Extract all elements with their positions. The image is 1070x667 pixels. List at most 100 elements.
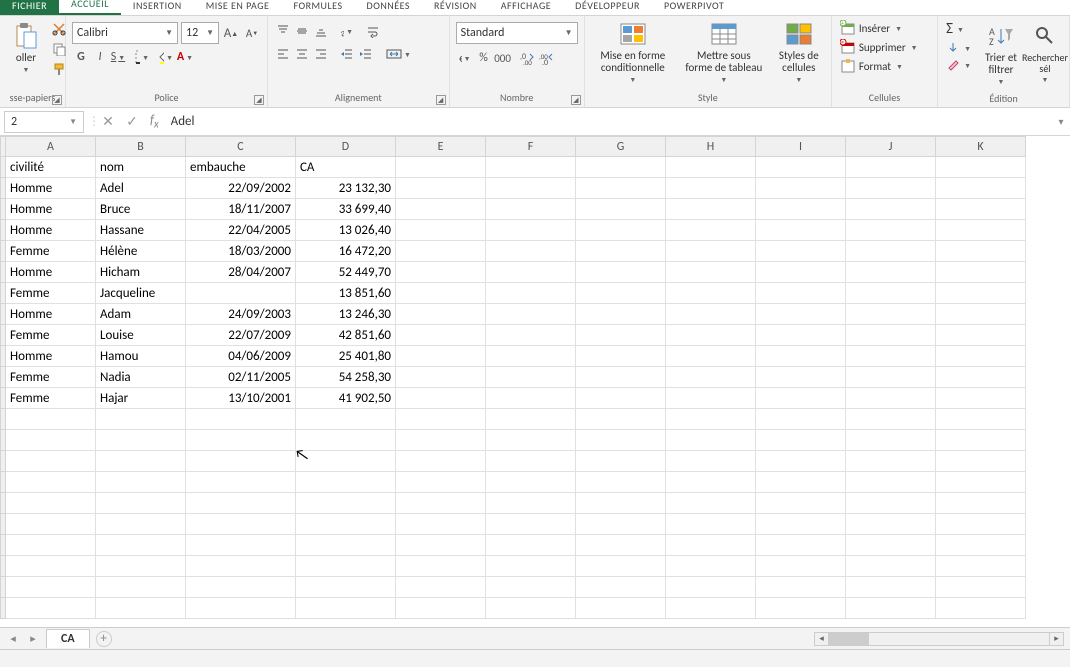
- cell[interactable]: [576, 388, 666, 409]
- cell[interactable]: [396, 220, 486, 241]
- align-left-button[interactable]: [274, 45, 292, 63]
- cell[interactable]: [936, 325, 1026, 346]
- clear-button[interactable]: ▼: [946, 58, 973, 72]
- cell-styles-button[interactable]: Styles de cellules▼: [771, 18, 827, 86]
- cancel-formula-button[interactable]: ✕: [96, 111, 120, 133]
- cell[interactable]: [936, 157, 1026, 178]
- cell[interactable]: [936, 388, 1026, 409]
- sheet-tab[interactable]: CA: [46, 629, 90, 648]
- cell[interactable]: [666, 409, 756, 430]
- cell[interactable]: [486, 346, 576, 367]
- cell[interactable]: [576, 409, 666, 430]
- cell[interactable]: 13 246,30: [296, 304, 396, 325]
- cell[interactable]: [846, 220, 936, 241]
- cell[interactable]: [486, 514, 576, 535]
- cell[interactable]: [666, 346, 756, 367]
- cell[interactable]: [396, 325, 486, 346]
- cell[interactable]: [846, 472, 936, 493]
- align-bottom-button[interactable]: [312, 22, 330, 40]
- cell[interactable]: [396, 304, 486, 325]
- cell[interactable]: [296, 577, 396, 598]
- cell[interactable]: Bruce: [96, 199, 186, 220]
- column-header[interactable]: B: [96, 137, 186, 157]
- column-header[interactable]: F: [486, 137, 576, 157]
- cell[interactable]: [186, 493, 296, 514]
- cell[interactable]: embauche: [186, 157, 296, 178]
- cell[interactable]: [756, 451, 846, 472]
- cell[interactable]: [296, 493, 396, 514]
- column-header[interactable]: A: [6, 137, 96, 157]
- cell[interactable]: [846, 514, 936, 535]
- cell[interactable]: [6, 535, 96, 556]
- cell[interactable]: [576, 304, 666, 325]
- number-format-combo[interactable]: Standard▼: [456, 22, 578, 44]
- cell[interactable]: [666, 535, 756, 556]
- cell[interactable]: [486, 220, 576, 241]
- cell[interactable]: [186, 451, 296, 472]
- comma-format-button[interactable]: 000: [494, 49, 512, 67]
- cell[interactable]: [576, 325, 666, 346]
- cell[interactable]: [396, 367, 486, 388]
- cell[interactable]: 13/10/2001: [186, 388, 296, 409]
- accounting-format-button[interactable]: €▼: [456, 49, 474, 67]
- cell[interactable]: [186, 409, 296, 430]
- cell[interactable]: [396, 451, 486, 472]
- cell[interactable]: [576, 430, 666, 451]
- add-sheet-button[interactable]: +: [96, 631, 112, 647]
- cell[interactable]: [936, 472, 1026, 493]
- cell[interactable]: 54 258,30: [296, 367, 396, 388]
- cell[interactable]: [756, 577, 846, 598]
- cell[interactable]: Hajar: [96, 388, 186, 409]
- cell[interactable]: [666, 514, 756, 535]
- format-cells-button[interactable]: Format▼: [840, 58, 920, 74]
- cell[interactable]: Femme: [6, 367, 96, 388]
- cell[interactable]: [576, 514, 666, 535]
- fill-color-button[interactable]: ▼: [158, 48, 176, 66]
- cell[interactable]: [486, 325, 576, 346]
- cell[interactable]: [96, 577, 186, 598]
- cell[interactable]: Homme: [6, 199, 96, 220]
- cell[interactable]: [396, 535, 486, 556]
- cell[interactable]: Hassane: [96, 220, 186, 241]
- cell[interactable]: Femme: [6, 241, 96, 262]
- cell[interactable]: [846, 451, 936, 472]
- scroll-right-arrow[interactable]: ▸: [1049, 633, 1063, 645]
- cell[interactable]: Femme: [6, 388, 96, 409]
- cell[interactable]: [756, 241, 846, 262]
- cell[interactable]: 16 472,20: [296, 241, 396, 262]
- cell[interactable]: [6, 493, 96, 514]
- cell[interactable]: Adel: [96, 178, 186, 199]
- tab-home[interactable]: ACCUEIL: [59, 0, 121, 15]
- cell[interactable]: [576, 556, 666, 577]
- cell[interactable]: [756, 430, 846, 451]
- cell[interactable]: [756, 493, 846, 514]
- cell[interactable]: CA: [296, 157, 396, 178]
- cell[interactable]: 52 449,70: [296, 262, 396, 283]
- increase-decimal-button[interactable]: ,0,00: [518, 49, 536, 67]
- italic-button[interactable]: I: [91, 48, 109, 66]
- tab-review[interactable]: RÉVISION: [422, 0, 489, 15]
- cell[interactable]: [396, 577, 486, 598]
- cell[interactable]: [96, 430, 186, 451]
- column-header[interactable]: D: [296, 137, 396, 157]
- cell[interactable]: [936, 346, 1026, 367]
- cell[interactable]: [936, 220, 1026, 241]
- cell[interactable]: [576, 598, 666, 619]
- cell[interactable]: [666, 577, 756, 598]
- cell[interactable]: [846, 367, 936, 388]
- cell[interactable]: [756, 220, 846, 241]
- cell[interactable]: [486, 304, 576, 325]
- cell[interactable]: [486, 388, 576, 409]
- cell[interactable]: [666, 178, 756, 199]
- border-button[interactable]: ▼: [134, 48, 152, 66]
- cell[interactable]: [756, 178, 846, 199]
- cell[interactable]: [576, 472, 666, 493]
- cell[interactable]: [846, 199, 936, 220]
- cell[interactable]: 33 699,40: [296, 199, 396, 220]
- cell[interactable]: [486, 262, 576, 283]
- cell[interactable]: 25 401,80: [296, 346, 396, 367]
- decrease-decimal-button[interactable]: ,00,0: [537, 49, 555, 67]
- cell[interactable]: Homme: [6, 178, 96, 199]
- cell[interactable]: [666, 556, 756, 577]
- cell[interactable]: [846, 598, 936, 619]
